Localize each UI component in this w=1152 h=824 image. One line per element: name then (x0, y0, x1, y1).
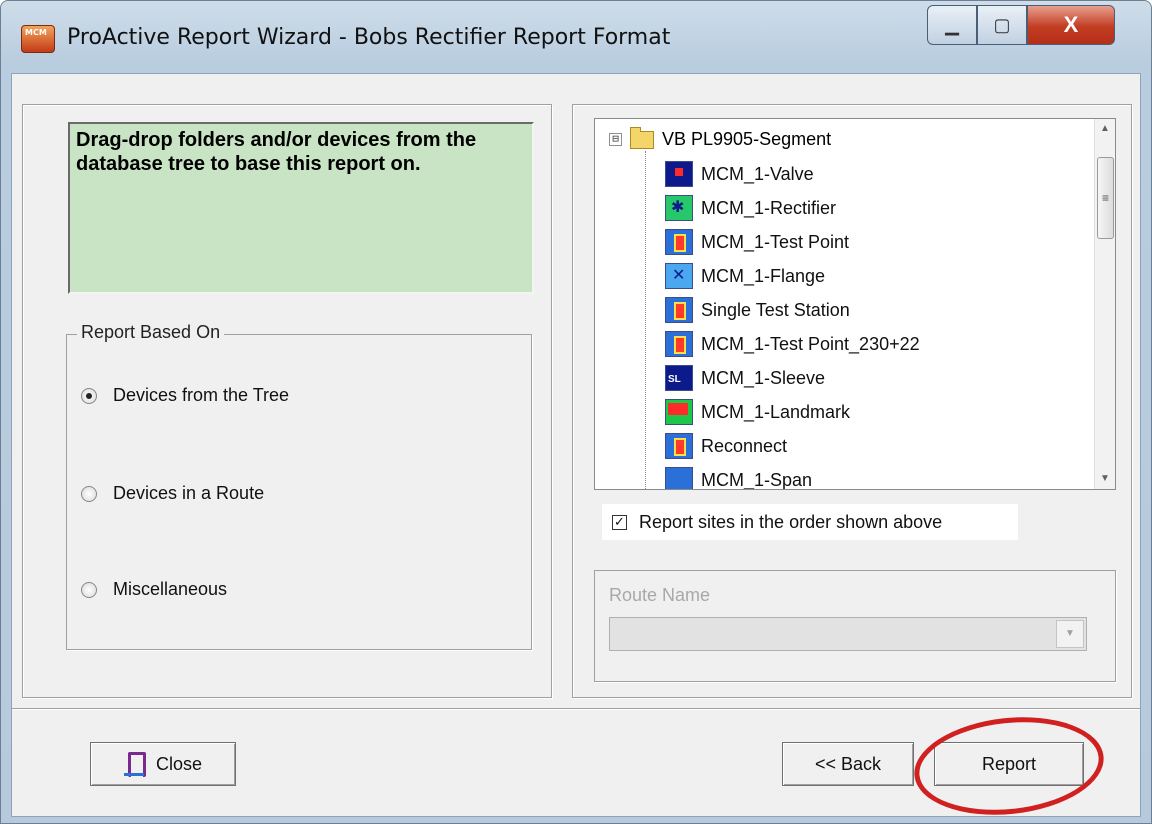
tree-item[interactable]: MCM_1-Span (665, 467, 813, 490)
tree-root-node[interactable]: ⊟ VB PL9905-Segment (609, 126, 832, 150)
radio-button-icon[interactable] (81, 485, 97, 502)
tree-item[interactable]: Reconnect (665, 433, 787, 459)
tree-item-label: MCM_1-Test Point (701, 231, 850, 252)
scroll-up-icon[interactable]: ▲ (1095, 119, 1115, 139)
app-logo-text: MCM (25, 28, 47, 37)
scroll-thumb[interactable]: ≡ (1097, 157, 1114, 239)
radio-devices-in-route[interactable]: Devices in a Route (81, 483, 264, 504)
report-sites-in-order-checkbox[interactable]: ✓ (612, 514, 627, 530)
tree-item-label: MCM_1-Valve (701, 163, 814, 184)
report-button[interactable]: Report (934, 742, 1084, 786)
dialog-client-area: Drag-drop folders and/or devices from th… (11, 73, 1141, 824)
tree-item[interactable]: MCM_1-Test Point (665, 229, 849, 255)
chevron-down-icon[interactable]: ▼ (1056, 620, 1084, 648)
maximize-button[interactable]: ▢ (977, 5, 1027, 45)
tree-item-label: MCM_1-Test Point_230+22 (701, 333, 920, 354)
close-window-button[interactable]: X (1027, 5, 1115, 45)
collapse-icon[interactable]: ⊟ (609, 133, 622, 146)
tree-item[interactable]: MCM_1-Sleeve (665, 365, 825, 391)
tree-item[interactable]: MCM_1-Test Point_230+22 (665, 331, 920, 357)
window-title: ProActive Report Wizard - Bobs Rectifier… (67, 25, 671, 50)
route-name-label: Route Name (609, 585, 711, 605)
landmark-icon (665, 399, 693, 425)
exit-door-icon (123, 752, 146, 777)
tree-item[interactable]: Single Test Station (665, 297, 850, 323)
instruction-text: Drag-drop folders and/or devices from th… (68, 122, 534, 294)
tree-item-label: MCM_1-Rectifier (701, 197, 837, 218)
report-wizard-window: MCM ProActive Report Wizard - Bobs Recti… (0, 0, 1152, 824)
route-group: Route Name ▼ (594, 570, 1116, 682)
radio-label: Devices from the Tree (113, 385, 290, 405)
tree-item-label: MCM_1-Flange (701, 265, 826, 286)
tree-item[interactable]: MCM_1-Valve (665, 161, 814, 187)
tree-item[interactable]: MCM_1-Flange (665, 263, 825, 289)
tree-item-label: MCM_1-Landmark (701, 401, 851, 422)
tree-item-label: Reconnect (701, 435, 788, 456)
database-tree[interactable]: ⊟ VB PL9905-Segment MCM_1-Valve MCM_1-Re… (594, 118, 1116, 490)
radio-label: Miscellaneous (113, 579, 228, 599)
test-point-icon (665, 331, 693, 357)
footer-separator (12, 708, 1140, 710)
tree-item-label: Single Test Station (701, 299, 850, 320)
report-based-on-legend: Report Based On (77, 322, 225, 343)
minimize-button[interactable]: ▁ (927, 5, 977, 45)
back-button[interactable]: << Back (782, 742, 914, 786)
radio-button-icon[interactable] (81, 581, 97, 598)
report-based-on-group: Report Based On Devices from the Tree De… (66, 322, 532, 650)
span-icon (665, 467, 693, 489)
radio-button-icon[interactable] (81, 387, 97, 404)
report-sites-in-order-label: Report sites in the order shown above (639, 511, 943, 532)
caption-buttons: ▁ ▢ X (927, 5, 1115, 45)
report-sites-in-order-option[interactable]: ✓ Report sites in the order shown above (602, 504, 1018, 540)
tree-item-label: MCM_1-Span (701, 469, 813, 490)
tree-connector-line (645, 151, 647, 489)
sleeve-icon (665, 365, 693, 391)
flange-icon (665, 263, 693, 289)
radio-label: Devices in a Route (113, 483, 265, 503)
valve-icon (665, 161, 693, 187)
tree-item[interactable]: MCM_1-Rectifier (665, 195, 836, 221)
close-button[interactable]: Close (90, 742, 236, 786)
tree-scrollbar[interactable]: ▲ ≡ ▼ (1094, 119, 1115, 489)
tree-item[interactable]: MCM_1-Landmark (665, 399, 850, 425)
close-button-label: Close (155, 753, 203, 774)
radio-miscellaneous[interactable]: Miscellaneous (81, 579, 227, 600)
route-name-select[interactable]: ▼ (609, 617, 1087, 651)
tree-item-label: MCM_1-Sleeve (701, 367, 826, 388)
rectifier-icon (665, 195, 693, 221)
tree-root-label: VB PL9905-Segment (662, 129, 832, 149)
radio-devices-from-tree[interactable]: Devices from the Tree (81, 385, 289, 406)
app-logo-icon: MCM (21, 25, 55, 53)
test-point-icon (665, 433, 693, 459)
folder-icon (630, 126, 654, 149)
scroll-down-icon[interactable]: ▼ (1095, 469, 1115, 489)
title-bar[interactable]: MCM ProActive Report Wizard - Bobs Recti… (1, 1, 1151, 73)
test-point-icon (665, 229, 693, 255)
test-point-icon (665, 297, 693, 323)
